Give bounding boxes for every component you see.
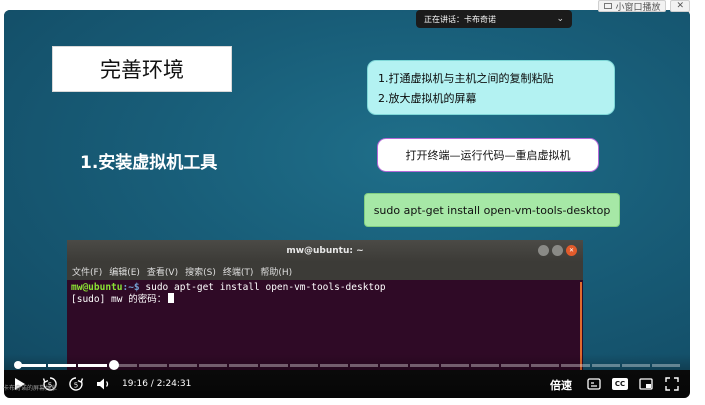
command-note: sudo apt-get install open-vm-tools-deskt… <box>364 193 620 227</box>
volume-button[interactable] <box>96 377 112 391</box>
terminal-line-command: mw@ubuntu:~$ sudo apt-get install open-v… <box>71 282 579 293</box>
video-player[interactable]: 正在讲话：卡布奇诺 ⌄ 完善环境 1.安装虚拟机工具 1.打通虚拟机与主机之间的… <box>4 10 690 398</box>
progress-segment <box>319 364 349 367</box>
menu-search: 搜索(S) <box>185 267 216 278</box>
progress-segment <box>168 364 198 367</box>
progress-segment <box>18 364 47 367</box>
progress-start-marker <box>14 361 22 369</box>
terminal-window: mw@ubuntu: ~ ✕ 文件(F) 编辑(E) 查看(V) 搜索(S) 终… <box>67 240 583 370</box>
step-title: 1.安装虚拟机工具 <box>80 153 218 173</box>
progress-segment <box>259 364 288 367</box>
progress-segment <box>561 364 590 367</box>
menu-terminal: 终端(T) <box>222 267 254 278</box>
menu-view: 查看(V) <box>146 267 179 278</box>
mini-window-icon <box>604 3 613 9</box>
window-buttons: ✕ <box>538 245 577 256</box>
speaking-indicator[interactable]: 正在讲话：卡布奇诺 ⌄ <box>416 10 572 28</box>
terminal-command: sudo apt-get install open-vm-tools-deskt… <box>139 282 386 293</box>
progress-segment <box>531 364 560 367</box>
goal-note: 1.打通虚拟机与主机之间的复制粘贴 2.放大虚拟机的屏幕 <box>367 60 615 115</box>
progress-segment <box>229 364 258 367</box>
forward-label: 5 <box>74 381 78 389</box>
terminal-titlebar: mw@ubuntu: ~ ✕ <box>67 240 583 262</box>
progress-segment <box>591 364 620 367</box>
chevron-down-icon: ⌄ <box>556 14 564 24</box>
progress-segment <box>410 364 439 367</box>
video-frame: 正在讲话：卡布奇诺 ⌄ 完善环境 1.安装虚拟机工具 1.打通虚拟机与主机之间的… <box>4 10 690 370</box>
progress-segment <box>199 364 228 367</box>
maximize-icon <box>552 245 563 256</box>
terminal-output: mw@ubuntu:~$ sudo apt-get install open-v… <box>67 280 583 307</box>
volume-icon <box>97 378 109 390</box>
screen-share-watermark: 卡布奇诺的屏幕共享 <box>3 385 58 392</box>
terminal-menubar: 文件(F) 编辑(E) 查看(V) 搜索(S) 终端(T) 帮助(H) <box>67 262 583 280</box>
steps-note: 打开终端—运行代码—重启虚拟机 <box>377 138 599 172</box>
slide-title: 完善环境 <box>52 46 232 92</box>
password-prompt: [sudo] mw 的密码： <box>71 294 167 305</box>
prompt-user: mw@ubuntu <box>71 282 123 293</box>
menu-file: 文件(F) <box>72 267 103 278</box>
mini-player-button[interactable]: 小窗口播放 <box>598 0 667 13</box>
menu-help: 帮助(H) <box>260 267 293 278</box>
progress-segment <box>138 364 167 367</box>
progress-segment <box>440 364 469 367</box>
prompt-path: :~$ <box>122 282 140 293</box>
forward-5-button[interactable]: 5 <box>68 376 84 392</box>
control-row: 5 5 19:16 / 2:24:31 倍速 CC <box>4 374 690 394</box>
progress-segment <box>651 364 681 367</box>
progress-segment <box>350 364 379 367</box>
subtitle-settings-button[interactable] <box>586 376 602 392</box>
close-button[interactable]: ✕ <box>670 0 690 12</box>
page: 小窗口播放 ✕ 正在讲话：卡布奇诺 ⌄ 完善环境 1.安装虚拟机工具 1.打通虚… <box>0 0 705 405</box>
goal-line-1: 1.打通虚拟机与主机之间的复制粘贴 <box>378 72 554 85</box>
cc-button[interactable]: CC <box>612 376 628 392</box>
speed-button[interactable]: 倍速 <box>550 377 572 393</box>
top-right-controls: 小窗口播放 ✕ <box>598 0 690 13</box>
goal-line-2: 2.放大虚拟机的屏幕 <box>378 92 477 105</box>
time-display: 19:16 / 2:24:31 <box>122 379 192 389</box>
progress-segment <box>621 364 650 367</box>
menu-edit: 编辑(E) <box>109 267 140 278</box>
progress-segment <box>48 364 77 367</box>
fullscreen-icon <box>665 377 679 391</box>
progress-segment <box>289 364 318 367</box>
progress-segment <box>501 364 530 367</box>
close-window-icon: ✕ <box>566 245 577 256</box>
forward-icon: 5 <box>69 377 84 391</box>
text-cursor <box>168 293 175 303</box>
speaking-text: 正在讲话：卡布奇诺 <box>424 14 496 24</box>
picture-in-picture-button[interactable] <box>638 376 654 392</box>
progress-segment <box>380 364 409 367</box>
mini-player-label: 小窗口播放 <box>615 2 661 13</box>
progress-segment <box>470 364 499 367</box>
terminal-line-password: [sudo] mw 的密码： <box>71 293 579 305</box>
close-icon: ✕ <box>676 1 684 11</box>
progress-segment <box>78 364 107 367</box>
cc-icon: CC <box>612 378 628 390</box>
minimize-icon <box>538 245 549 256</box>
subtitle-icon <box>587 378 601 390</box>
player-controls: 5 5 19:16 / 2:24:31 倍速 CC <box>4 354 690 398</box>
terminal-title: mw@ubuntu: ~ <box>286 246 364 256</box>
pip-icon <box>639 378 653 390</box>
fullscreen-button[interactable] <box>664 376 680 392</box>
progress-scrubber[interactable] <box>108 360 119 370</box>
